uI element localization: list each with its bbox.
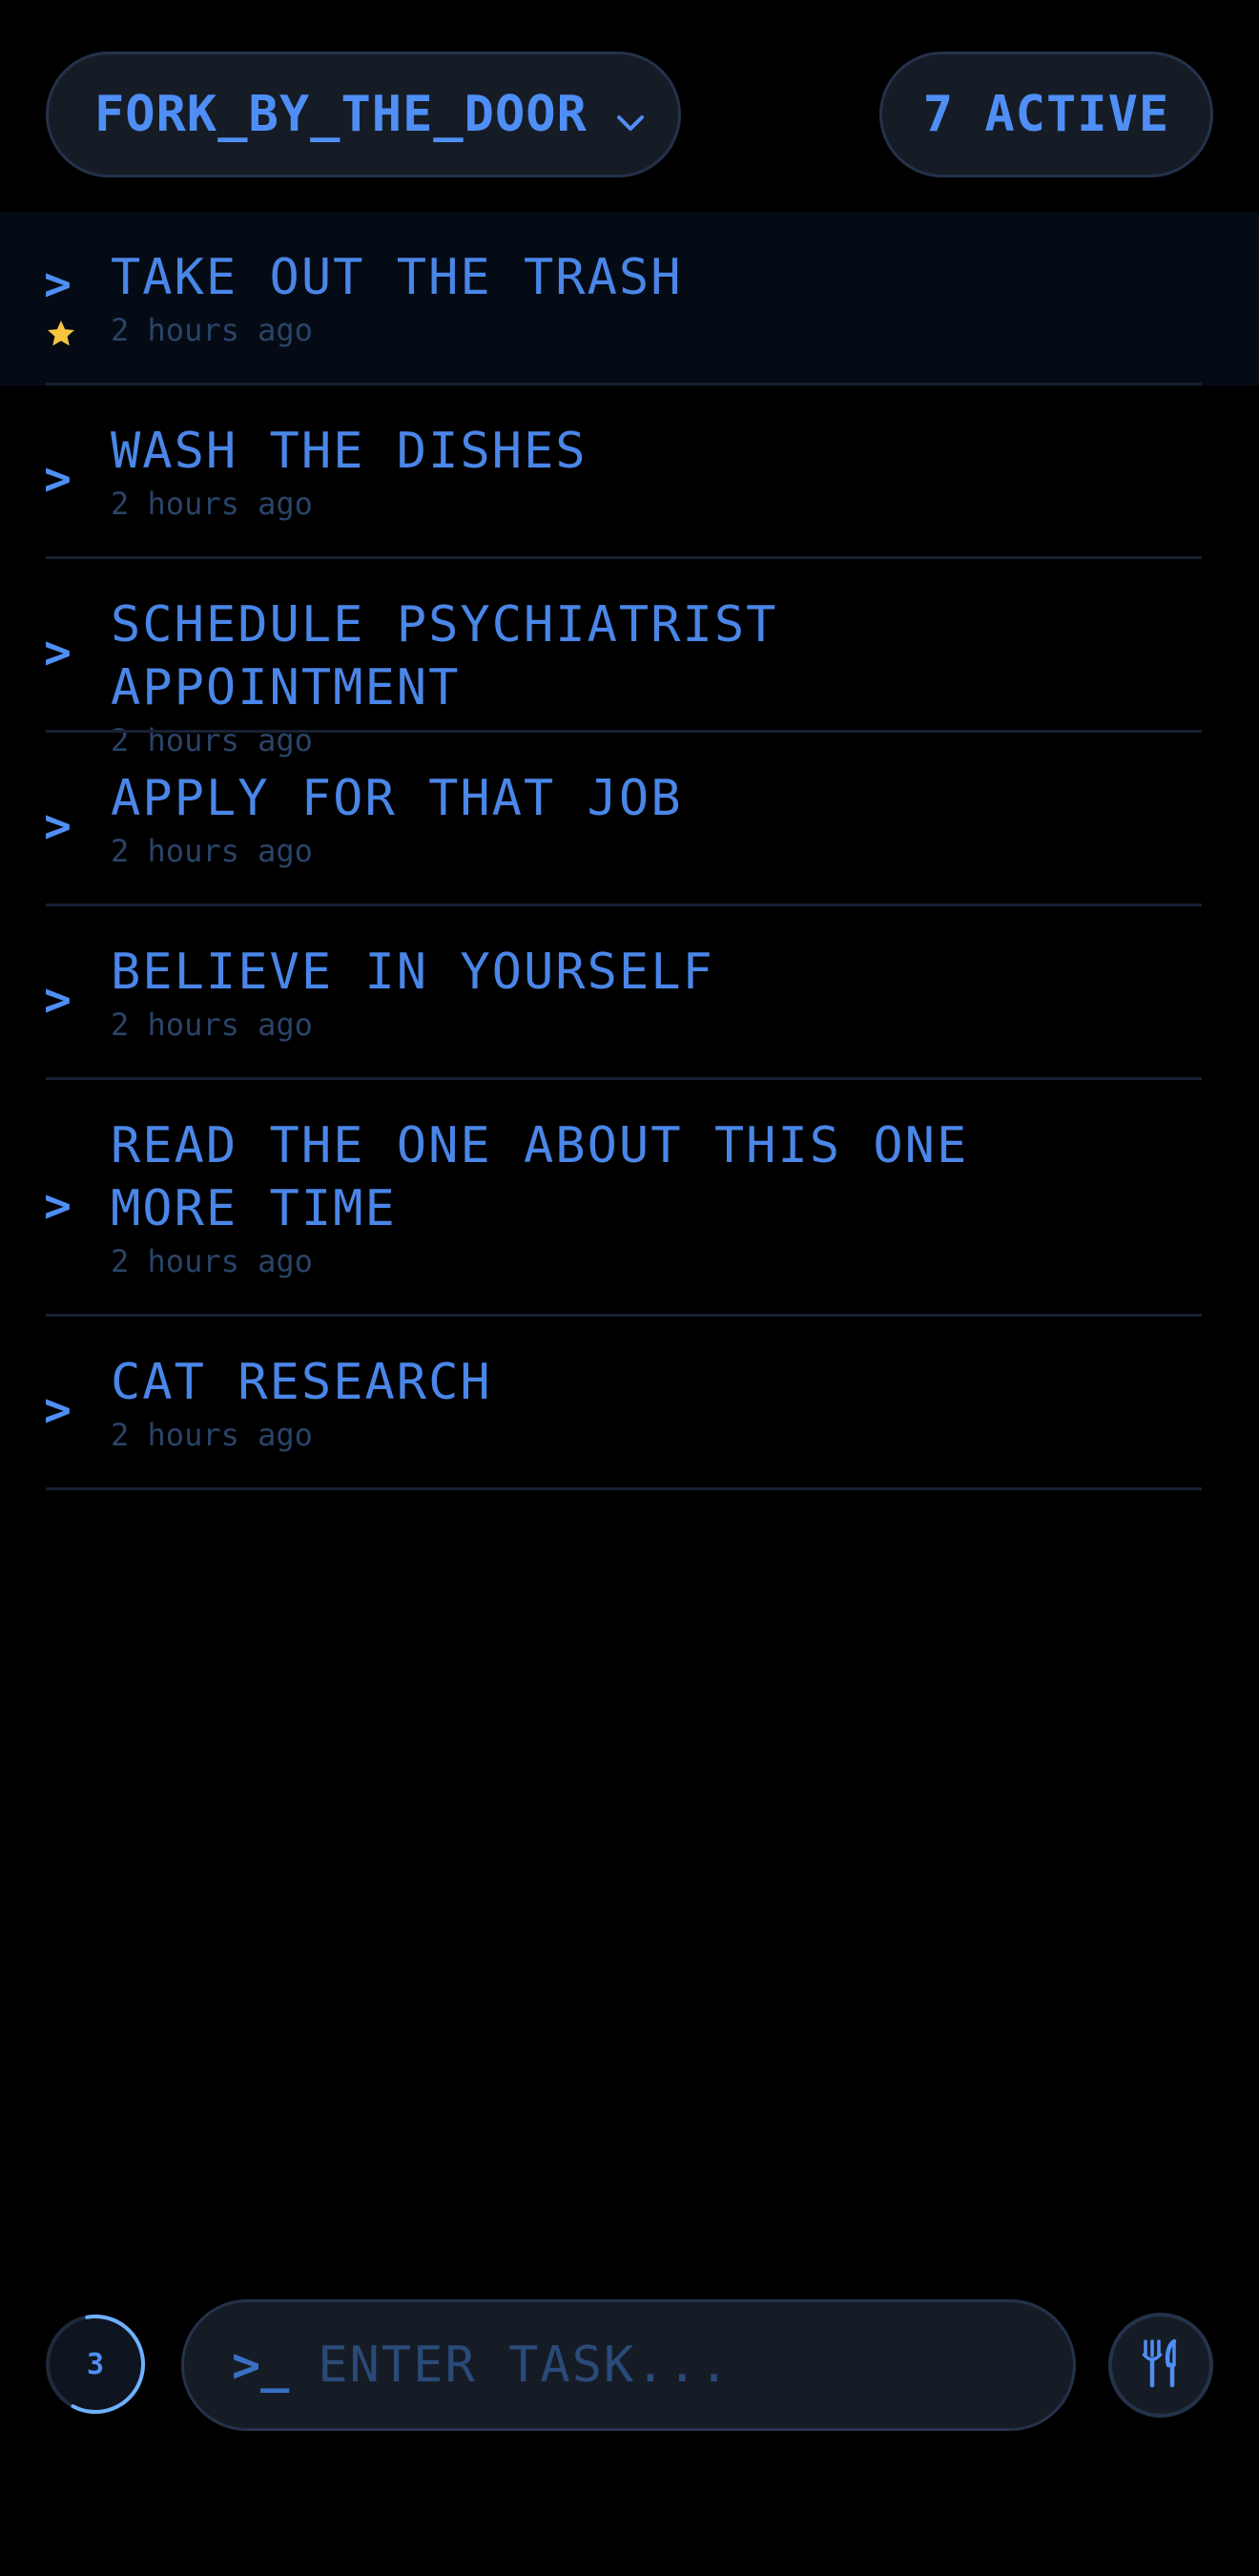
task-timestamp: 2 hours ago xyxy=(111,1417,313,1453)
terminal-prompt-icon: >_ xyxy=(232,2337,290,2393)
task-title: READ THE ONE ABOUT THIS ONE MORE TIME xyxy=(111,1117,969,1237)
task-timestamp: 2 hours ago xyxy=(111,486,313,522)
task-timestamp: 2 hours ago xyxy=(111,312,313,348)
task-list: > TAKE OUT THE TRASH 2 hours ago > WASH … xyxy=(0,212,1259,1490)
task-chevron: > xyxy=(44,800,72,853)
workspace-selector[interactable]: FORK_BY_THE_DOOR xyxy=(46,52,681,177)
task-chevron: > xyxy=(44,258,72,311)
task-chevron: > xyxy=(44,626,72,679)
task-title: SCHEDULE PSYCHIATRIST APPOINTMENT xyxy=(111,596,810,717)
task-item[interactable]: > CAT RESEARCH 2 hours ago xyxy=(0,1317,1259,1490)
task-title: APPLY FOR THAT JOB xyxy=(111,770,683,827)
task-title: TAKE OUT THE TRASH xyxy=(111,249,683,306)
task-item[interactable]: > TAKE OUT THE TRASH 2 hours ago xyxy=(0,212,1259,385)
task-title: BELIEVE IN YOURSELF xyxy=(111,944,714,1001)
task-chevron: > xyxy=(44,452,72,506)
task-timestamp: 2 hours ago xyxy=(111,1007,313,1043)
active-count-label: 7 ACTIVE xyxy=(922,86,1170,143)
task-item[interactable]: > READ THE ONE ABOUT THIS ONE MORE TIME … xyxy=(0,1080,1259,1317)
header: FORK_BY_THE_DOOR 7 ACTIVE xyxy=(0,0,1259,210)
task-item[interactable]: > BELIEVE IN YOURSELF 2 hours ago xyxy=(0,906,1259,1080)
fork-knife-icon xyxy=(1140,2338,1182,2392)
task-chevron: > xyxy=(44,1179,72,1233)
task-input-container[interactable]: >_ xyxy=(181,2299,1076,2431)
task-input[interactable] xyxy=(316,2336,1073,2395)
active-count-badge[interactable]: 7 ACTIVE xyxy=(879,52,1213,177)
task-chevron: > xyxy=(44,1383,72,1437)
task-timestamp: 2 hours ago xyxy=(111,1243,313,1279)
task-item[interactable]: > APPLY FOR THAT JOB 2 hours ago xyxy=(0,733,1259,906)
fork-button[interactable] xyxy=(1108,2313,1213,2418)
task-chevron: > xyxy=(44,973,72,1027)
task-title: WASH THE DISHES xyxy=(111,423,588,480)
task-timestamp: 2 hours ago xyxy=(111,833,313,869)
workspace-label: FORK_BY_THE_DOOR xyxy=(94,86,588,143)
task-counter-badge[interactable]: 3 xyxy=(46,2315,145,2414)
chevron-down-icon xyxy=(612,96,649,133)
divider xyxy=(46,1487,1202,1490)
progress-ring xyxy=(46,2315,145,2414)
task-item[interactable]: > SCHEDULE PSYCHIATRIST APPOINTMENT 2 ho… xyxy=(0,559,1259,758)
task-item[interactable]: > WASH THE DISHES 2 hours ago xyxy=(0,385,1259,559)
star-icon xyxy=(46,319,76,349)
task-title: CAT RESEARCH xyxy=(111,1354,492,1411)
